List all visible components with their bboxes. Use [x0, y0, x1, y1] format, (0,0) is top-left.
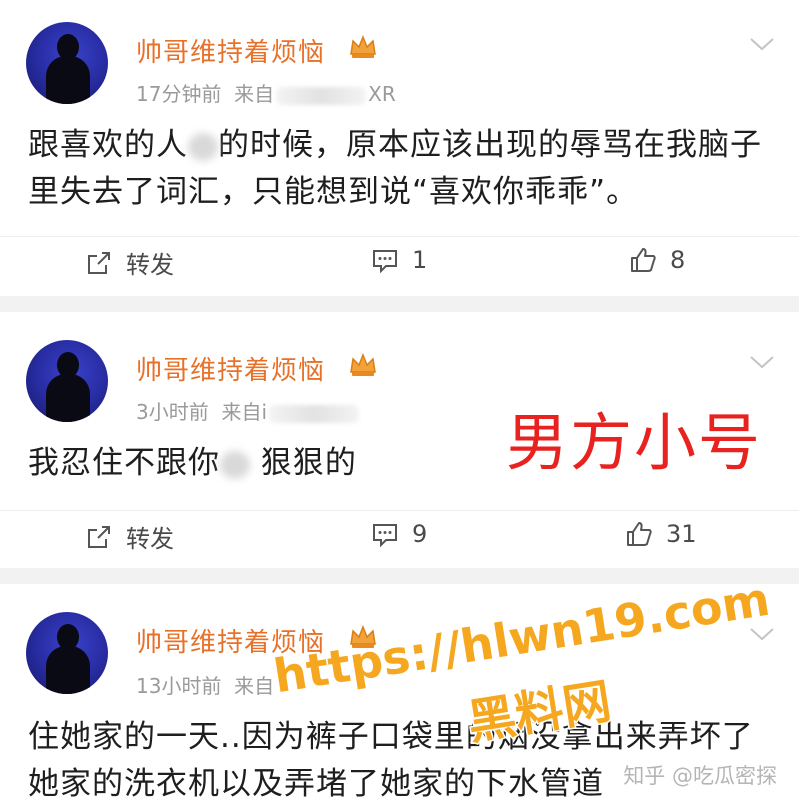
repost-icon: [88, 525, 110, 548]
like-icon: [627, 522, 652, 546]
username[interactable]: 帅哥维持着烦恼: [136, 350, 325, 387]
post-time: 3小时前: [136, 400, 209, 424]
repost-button[interactable]: 转发: [84, 245, 174, 280]
post-source-prefix: 来自: [234, 82, 275, 106]
post-source-suffix: i: [261, 400, 268, 424]
chevron-down-icon[interactable]: [749, 626, 775, 642]
comment-icon: [373, 524, 397, 548]
avatar[interactable]: [26, 340, 108, 422]
post-time: 13小时前: [136, 674, 222, 698]
post-source-suffix: XR: [368, 82, 396, 106]
post-meta: 13小时前 来自: [136, 670, 274, 699]
chevron-down-icon[interactable]: [749, 354, 775, 370]
post-separator: [0, 568, 799, 584]
like-count: 31: [666, 520, 697, 548]
comment-button[interactable]: 9: [370, 519, 427, 549]
repost-label: 转发: [126, 251, 174, 279]
post-source-prefix: 来自: [234, 674, 275, 698]
chevron-down-icon[interactable]: [749, 36, 775, 52]
post-source-prefix: 来自: [221, 400, 262, 424]
post-meta: 3小时前 来自i: [136, 396, 361, 425]
source-credit: 知乎 @吃瓜密探: [623, 764, 777, 788]
username[interactable]: 帅哥维持着烦恼: [136, 32, 325, 69]
comment-button[interactable]: 1: [370, 245, 427, 275]
comment-icon: [373, 250, 397, 274]
overlay-label: 男方小号: [506, 406, 763, 479]
post-separator: [0, 296, 799, 312]
avatar[interactable]: [26, 612, 108, 694]
crown-icon: [350, 352, 376, 376]
post-1: 帅哥维持着烦恼 17分钟前 来自 XR 跟喜欢的人 的时候，原本应该出现的辱骂在我脑…: [0, 0, 799, 296]
post-text-part: 跟喜欢的人: [28, 127, 188, 163]
repost-button[interactable]: 转发: [84, 519, 174, 554]
comment-count: 9: [412, 520, 428, 548]
like-button[interactable]: 31: [624, 519, 697, 549]
like-button[interactable]: 8: [628, 245, 685, 275]
post-actions: 转发 1 8: [0, 236, 799, 284]
avatar[interactable]: [26, 22, 108, 104]
post-text-part: 狠狠的: [250, 445, 357, 481]
post-meta: 17分钟前 来自 XR: [136, 78, 396, 107]
crown-icon: [350, 34, 376, 58]
comment-count: 1: [412, 246, 428, 274]
like-icon: [631, 248, 656, 272]
repost-label: 转发: [126, 525, 174, 553]
post-actions: 转发 9 31: [0, 510, 799, 558]
post-text: 跟喜欢的人 的时候，原本应该出现的辱骂在我脑子里失去了词汇，只能想到说“喜欢你乖乖…: [28, 122, 773, 216]
post-text-part: 我忍住不跟你: [28, 445, 220, 481]
like-count: 8: [670, 246, 686, 274]
repost-icon: [88, 251, 110, 274]
post-time: 17分钟前: [136, 82, 222, 106]
